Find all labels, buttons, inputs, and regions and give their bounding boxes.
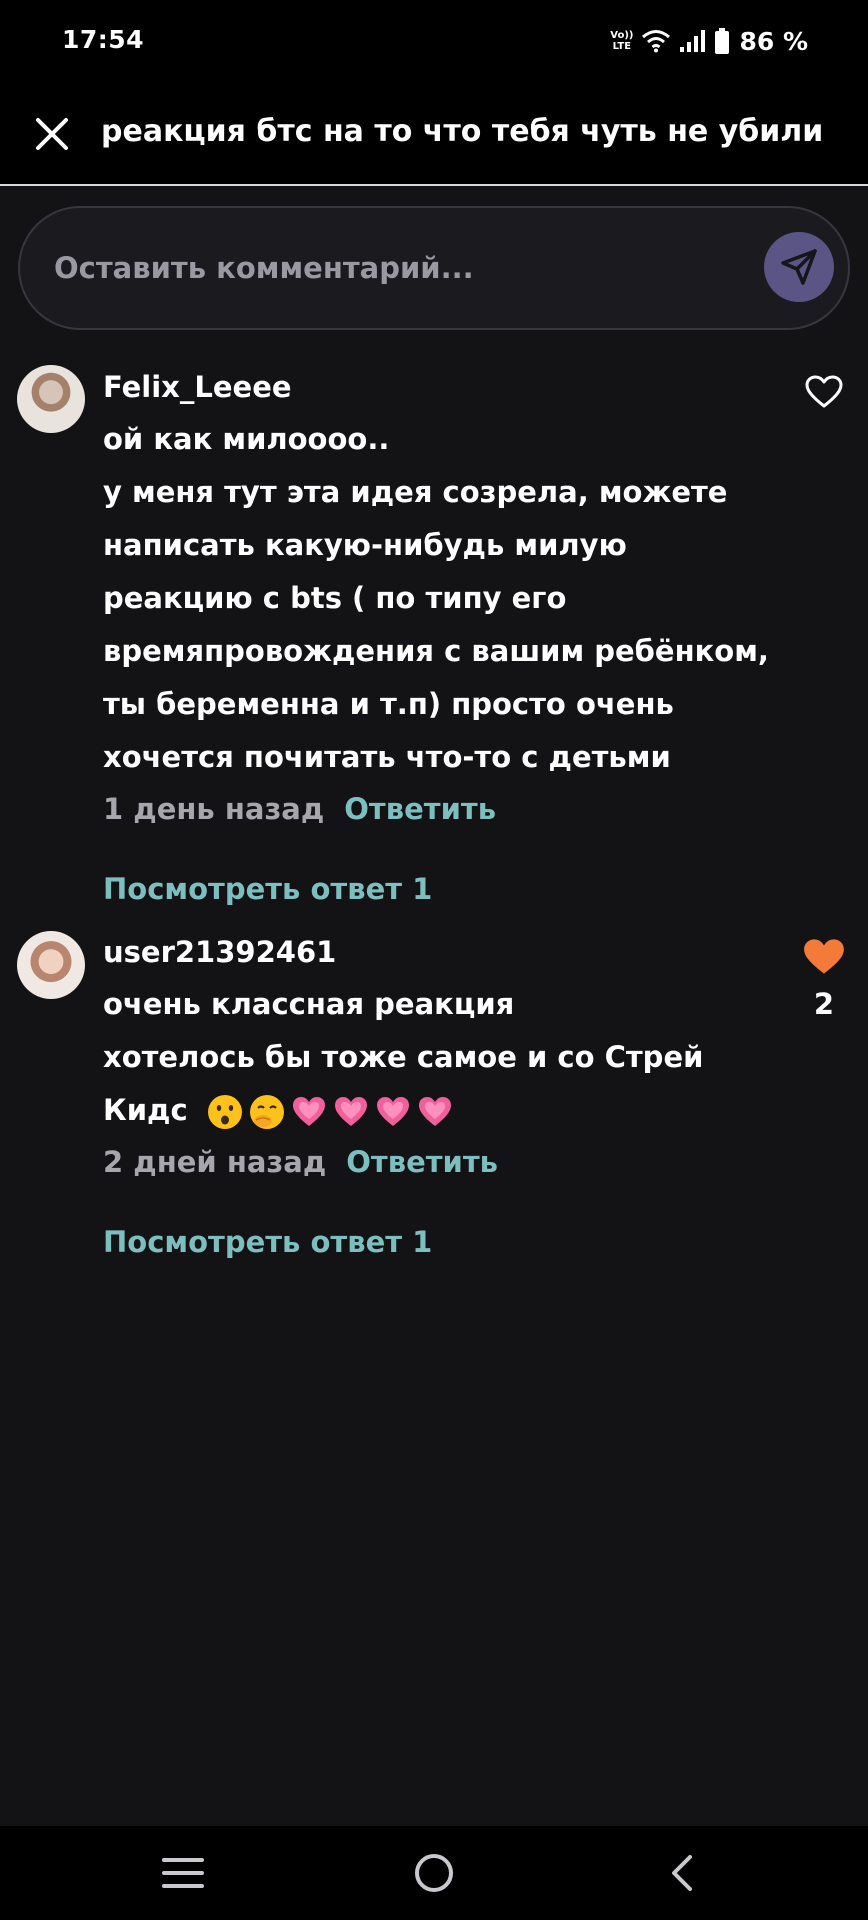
comment-box	[18, 206, 850, 330]
comment-line: реакцию с bts ( по типу его	[103, 581, 567, 615]
volte-label-top: Vo))	[610, 30, 634, 41]
comment-line: очень классная реакция	[103, 987, 515, 1021]
comment-line: Кидс	[103, 1093, 188, 1127]
back-chevron-icon	[672, 1855, 692, 1891]
comment-meta: 1 день назад Ответить	[103, 792, 496, 826]
comment-username[interactable]: user21392461	[103, 935, 336, 969]
header: реакция бтс на то что тебя чуть не убили	[0, 80, 868, 186]
view-replies-link[interactable]: Посмотреть ответ 1	[103, 872, 432, 906]
like-button[interactable]	[800, 935, 848, 979]
like-button[interactable]	[800, 370, 848, 414]
back-button[interactable]	[652, 1846, 712, 1900]
battery-percent: 86 %	[739, 26, 808, 56]
close-button[interactable]	[30, 112, 74, 156]
comment-line-with-emoji: Кидс	[103, 1084, 783, 1137]
growing-heart-emoji-icon	[292, 1097, 325, 1126]
avatar[interactable]	[17, 365, 85, 433]
send-button[interactable]	[764, 232, 834, 302]
page-title: реакция бтс на то что тебя чуть не убили	[101, 114, 824, 149]
send-icon	[781, 249, 817, 285]
heart-outline-icon	[805, 375, 843, 408]
comment-line: ой как милоооо..	[103, 422, 390, 456]
system-navigation-bar	[0, 1826, 868, 1920]
view-replies-link[interactable]: Посмотреть ответ 1	[103, 1225, 432, 1259]
status-bar: 17:54 Vo)) LTE 86 %	[0, 0, 868, 80]
status-icons: Vo)) LTE 86 %	[610, 24, 808, 58]
home-button[interactable]	[404, 1846, 464, 1900]
comment-text: ой как милоооо.. у меня тут эта идея соз…	[103, 413, 783, 784]
hand-over-mouth-emoji-icon	[249, 1095, 284, 1129]
volte-label-bottom: LTE	[612, 41, 632, 52]
avatar[interactable]	[17, 931, 85, 999]
heart-filled-icon	[804, 939, 844, 974]
growing-heart-emoji-icon	[418, 1097, 451, 1126]
comment-username[interactable]: Felix_Leeee	[103, 370, 292, 404]
comment-input[interactable]	[54, 244, 734, 292]
comment-timestamp: 2 дней назад	[103, 1145, 327, 1179]
emoji-row	[206, 1093, 454, 1131]
status-time: 17:54	[62, 25, 145, 54]
signal-icon	[680, 30, 706, 52]
comment-line: ты беременна и т.п) просто очень	[103, 687, 674, 721]
reply-button[interactable]: Ответить	[346, 1145, 498, 1179]
growing-heart-emoji-icon	[334, 1097, 367, 1126]
reply-button[interactable]: Ответить	[344, 792, 496, 826]
menu-icon	[162, 1858, 204, 1888]
close-icon	[36, 118, 68, 150]
comment-text: очень классная реакция хотелось бы тоже …	[103, 978, 783, 1137]
like-count: 2	[813, 987, 835, 1021]
comment-line: написать какую-нибудь милую	[103, 528, 627, 562]
battery-icon	[715, 28, 730, 54]
comment-line: времяпровождения с вашим ребёнком,	[103, 634, 769, 668]
comment-meta: 2 дней назад Ответить	[103, 1145, 498, 1179]
growing-heart-emoji-icon	[376, 1097, 409, 1126]
comment-line: хотелось бы тоже самое и со Стрей	[103, 1040, 704, 1074]
recent-apps-button[interactable]	[153, 1846, 213, 1900]
wifi-icon	[642, 30, 671, 53]
comment-timestamp: 1 день назад	[103, 792, 325, 826]
comment-line: хочется почитать что-то с детьми	[103, 740, 671, 774]
frowning-face-emoji-icon	[207, 1095, 242, 1129]
home-circle-icon	[415, 1854, 453, 1892]
comment-line: у меня тут эта идея созрела, можете	[103, 475, 728, 509]
volte-icon: Vo)) LTE	[610, 30, 633, 52]
